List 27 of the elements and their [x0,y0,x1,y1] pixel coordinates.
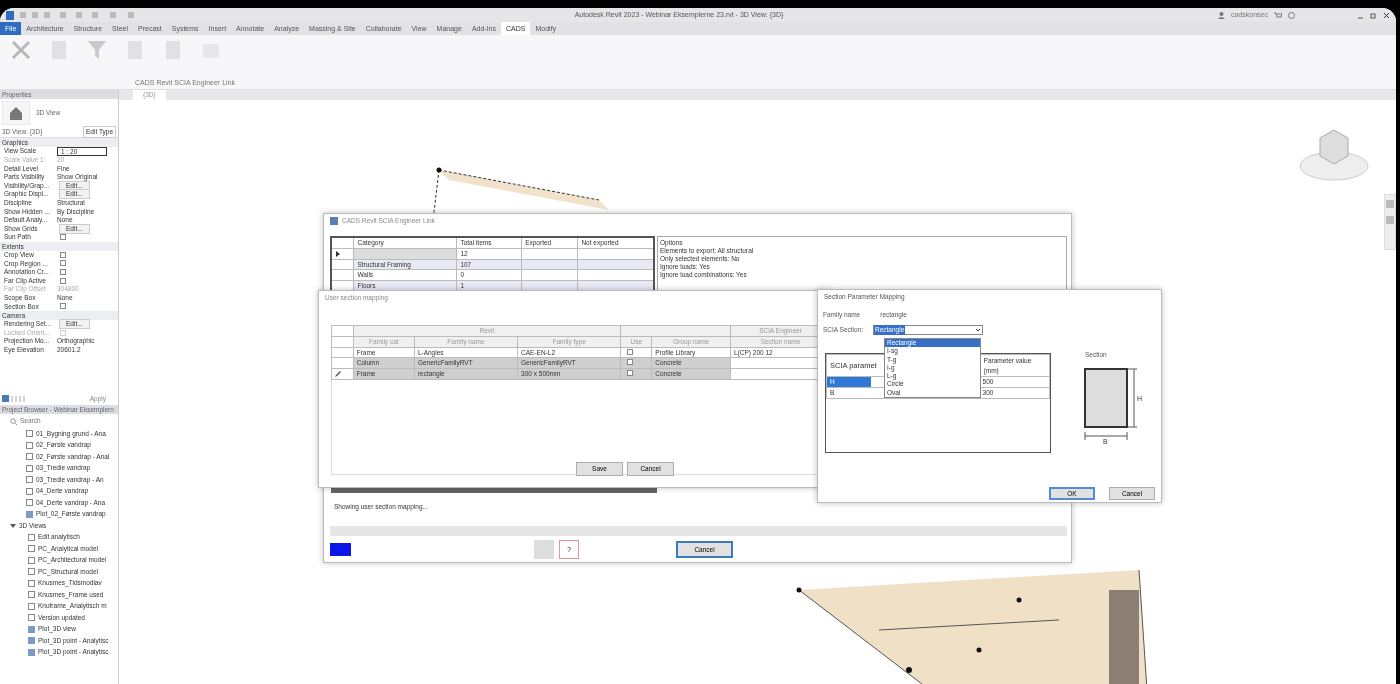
close-icon[interactable] [1383,11,1390,19]
table-cell [521,248,578,259]
search-icon [10,417,17,425]
restore-icon[interactable] [1370,11,1377,19]
table-cell [521,259,578,270]
sheet-icon [26,510,33,518]
cart-icon[interactable] [1274,11,1282,19]
checkbox[interactable] [60,260,66,267]
dialog-logo-icon [330,217,338,225]
user-icon [1218,11,1226,19]
checkbox[interactable] [60,277,66,284]
checkbox[interactable] [60,234,66,241]
tools-icon[interactable] [10,39,32,61]
checkbox[interactable] [627,370,634,376]
table-cell [521,269,578,281]
app-logo-icon [6,10,14,20]
row-marker-icon [335,251,341,258]
checkbox[interactable] [60,303,66,310]
help-icon[interactable] [1288,11,1295,19]
collapse-icon[interactable] [10,522,16,529]
pencil-icon [335,371,341,378]
logo-block [330,543,351,556]
checkbox[interactable] [60,251,66,258]
properties-help-icon[interactable] [2,395,26,403]
checkbox[interactable] [627,359,634,366]
checkbox[interactable] [60,269,66,275]
checkbox[interactable] [627,348,634,355]
